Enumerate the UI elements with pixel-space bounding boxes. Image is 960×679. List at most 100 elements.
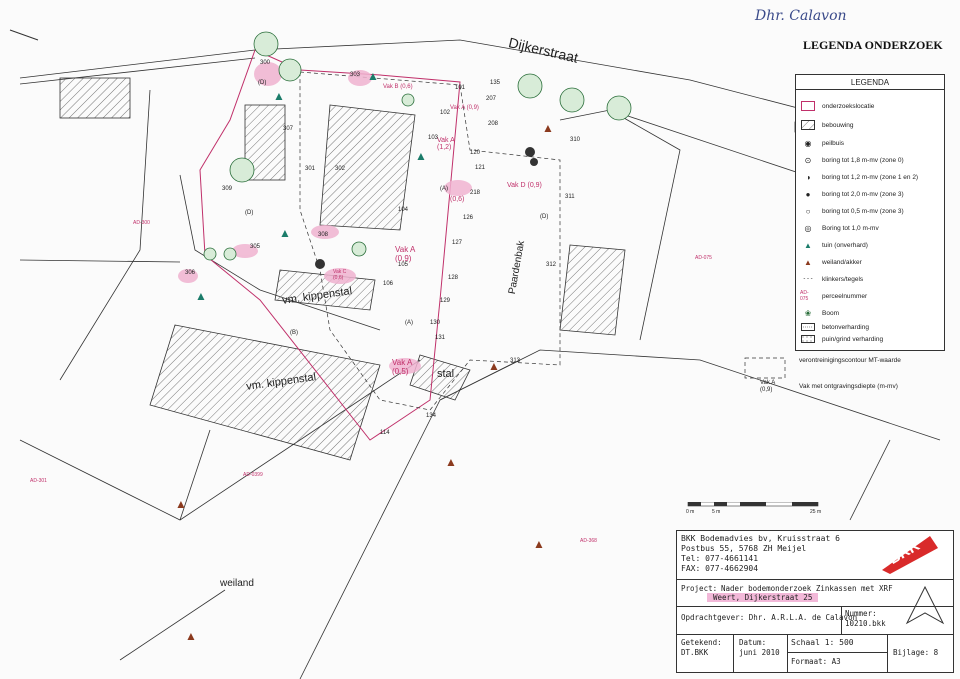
boring-label: 300 <box>260 60 271 66</box>
legend-row: ▲ tuin (onverhard) <box>800 240 868 250</box>
boring-label: 114 <box>380 430 390 436</box>
hatch-icon <box>800 120 816 130</box>
boring-label: 135 <box>490 80 501 86</box>
datum-label: Datum: <box>739 638 767 647</box>
zone-letter: (D) <box>258 80 267 86</box>
boring-label: 302 <box>335 166 346 172</box>
boring-label: 134 <box>426 413 437 419</box>
company-name: BKK Bodemadvies bv, Kruisstraat 6 <box>681 534 840 543</box>
boring-label: 218 <box>470 190 481 196</box>
svg-text:▲: ▲ <box>415 149 427 163</box>
boring-label: 131 <box>435 335 446 341</box>
zone-letter: (A) <box>405 320 413 326</box>
half-dot-icon: ◑ <box>805 172 811 182</box>
boring-label: 126 <box>463 215 474 221</box>
boring-label: 106 <box>383 281 394 287</box>
vak-label: Vak C (0,6) <box>333 269 347 281</box>
divider <box>677 579 953 580</box>
dash-line-icon: - - - <box>803 276 813 282</box>
zone-letter: (D) <box>540 214 549 220</box>
vak-legend-label: Vak met ontgravingsdiepte (m-mv) <box>799 383 898 390</box>
scale-label: 0 m <box>686 509 695 515</box>
open-dot-icon: ○ <box>805 206 811 216</box>
boring-label: 129 <box>440 298 451 304</box>
company-tel: Tel: 077-4661141 <box>681 554 759 563</box>
full-dot-icon: ● <box>805 189 811 199</box>
nummer: 10210.bkk <box>845 619 886 628</box>
puin-icon <box>800 334 816 344</box>
vak-legend-symbol: Vak A (0,9) <box>760 380 776 394</box>
boring-label: 104 <box>398 207 409 213</box>
boring-label: 101 <box>455 85 466 91</box>
boring-label: 121 <box>475 165 486 171</box>
vak-label: Vak A (1,2) <box>437 137 455 151</box>
boring-label: 102 <box>440 110 451 116</box>
border-tick <box>9 29 39 41</box>
boring-label: 307 <box>283 126 294 132</box>
nummer-label: Nummer: <box>845 609 877 618</box>
legend-header: LEGENDA <box>796 75 944 90</box>
bkk-logo: BKK bodemadvies <box>880 530 940 574</box>
legend-row: ◎ Boring tot 1,0 m-mv <box>800 223 879 233</box>
divider <box>677 634 953 635</box>
datum: juni 2010 <box>739 648 780 657</box>
legend-row: ● boring tot 2,0 m-mv (zone 3) <box>800 189 904 199</box>
boring-label: 312 <box>546 262 557 268</box>
legend-row: AD-075 perceelnummer <box>800 290 868 302</box>
green-plant-icon: ▲ <box>804 240 812 250</box>
svg-text:▲: ▲ <box>279 226 291 240</box>
bijlage: Bijlage: 8 <box>893 648 939 657</box>
project-label: Project: <box>681 584 718 593</box>
company-fax: FAX: 077-4662904 <box>681 564 759 573</box>
scale-bar <box>687 502 819 507</box>
boring-label: 308 <box>318 232 329 238</box>
legend-row: - - - klinkers/tegels <box>800 274 863 284</box>
legend-row: bebouwing <box>800 120 853 130</box>
contour-legend-label: verontreinigingscontour MT-waarde <box>799 357 901 364</box>
project-title: Nader bodemonderzoek Zinkassen met XRF <box>721 584 893 593</box>
weiland-label: weiland <box>220 578 254 589</box>
svg-text:▲: ▲ <box>175 497 187 511</box>
legend-row: ◑ boring tot 1,2 m-mv (zone 1 en 2) <box>800 172 919 182</box>
vak-label: (0,6) <box>450 196 465 203</box>
zone-letter: (A) <box>440 186 448 192</box>
boring-label: 103 <box>428 135 439 141</box>
tree-icon: ❀ <box>804 308 812 318</box>
parcel-number: AD-368 <box>580 538 597 544</box>
boring-label: 309 <box>222 186 233 192</box>
legend-title: LEGENDA ONDERZOEK <box>803 38 943 52</box>
scale-label: 5 m <box>712 509 721 515</box>
peilbuis-icon: ◉ <box>804 138 812 148</box>
boundary-icon <box>800 101 816 111</box>
north-arrow-icon <box>905 585 945 625</box>
boring-label: 128 <box>448 275 459 281</box>
boring-label: 130 <box>430 320 441 326</box>
schaal: Schaal 1: 500 <box>791 638 854 647</box>
parcel-number: AD-075 <box>695 255 712 261</box>
company-address: Postbus 55, 5768 ZH Meijel <box>681 544 807 553</box>
zone-letter: (D) <box>245 210 254 216</box>
boring-label: 310 <box>570 137 581 143</box>
boring-label: 127 <box>452 240 463 246</box>
svg-text:▲: ▲ <box>185 629 197 643</box>
boring-label: 313 <box>510 358 521 364</box>
zone-letter: (B) <box>290 330 298 336</box>
legend-row: ⊙ boring tot 1,8 m-mv (zone 0) <box>800 155 904 165</box>
map-sheet: Dhr. Calavon ▲ ▲ ▲ ▲ ▲ ▲ ▲ ▲ ▲ ▲ ▲ Dijke… <box>0 0 960 679</box>
legend-row: ◉ peilbuis <box>800 138 845 148</box>
vak-label: Vak D (0,9) <box>507 182 542 189</box>
svg-text:▲: ▲ <box>542 121 554 135</box>
perceel-icon: AD-075 <box>800 290 809 302</box>
stal-label: stal <box>437 368 455 380</box>
getekend-label: Getekend: <box>681 638 722 647</box>
boring-label: 305 <box>250 244 261 250</box>
double-ring-icon: ◎ <box>804 223 812 233</box>
boring-label: 303 <box>350 72 361 78</box>
vak-label: Vak A (0,9) <box>450 105 479 111</box>
boring-label: 301 <box>305 166 316 172</box>
svg-text:▲: ▲ <box>445 455 457 469</box>
formaat: Formaat: A3 <box>791 657 841 666</box>
svg-text:▲: ▲ <box>273 89 285 103</box>
brown-plant-icon: ▲ <box>804 257 812 267</box>
boring-label: 208 <box>488 121 499 127</box>
